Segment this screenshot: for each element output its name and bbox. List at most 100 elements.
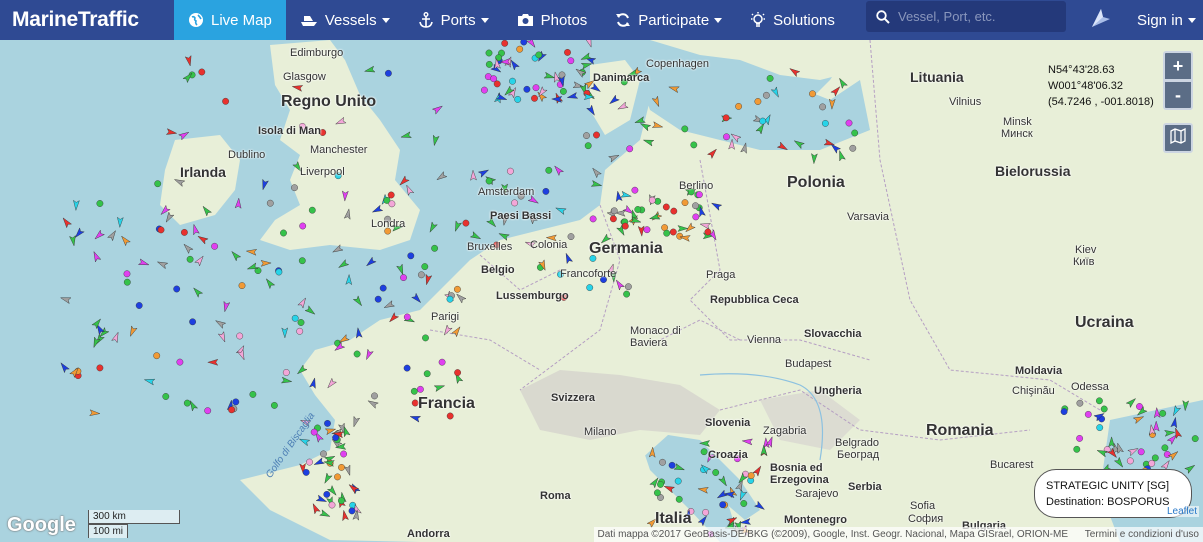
vessel-marker[interactable] xyxy=(266,199,274,207)
vessel-marker[interactable] xyxy=(637,225,645,237)
vessel-marker[interactable] xyxy=(1084,410,1092,418)
vessel-marker[interactable] xyxy=(770,86,781,99)
vessel-marker[interactable] xyxy=(309,377,318,389)
vessel-marker[interactable] xyxy=(828,98,836,110)
vessel-marker[interactable] xyxy=(608,94,620,106)
vessel-marker[interactable] xyxy=(495,93,508,103)
vessel-marker[interactable] xyxy=(845,119,853,127)
vessel-marker[interactable] xyxy=(178,130,191,141)
vessel-marker[interactable] xyxy=(740,500,748,507)
vessel-marker[interactable] xyxy=(1159,409,1167,417)
vessel-marker[interactable] xyxy=(176,358,184,366)
vessel-marker[interactable] xyxy=(1096,397,1103,405)
vessel-marker[interactable] xyxy=(752,464,763,477)
vessel-marker[interactable] xyxy=(410,387,418,395)
vessel-marker[interactable] xyxy=(621,222,629,230)
vessel-marker[interactable] xyxy=(433,383,446,393)
vessel-marker[interactable] xyxy=(184,55,193,67)
terms-link[interactable]: Termini e condizioni d'uso xyxy=(1085,529,1199,540)
vessel-marker[interactable] xyxy=(214,318,227,329)
vessel-marker[interactable] xyxy=(754,98,762,105)
vessel-marker[interactable] xyxy=(341,190,349,202)
vessel-marker[interactable] xyxy=(96,200,104,207)
vessel-marker[interactable] xyxy=(662,203,670,211)
vessel-marker[interactable] xyxy=(453,220,463,232)
vessel-marker[interactable] xyxy=(1132,414,1145,424)
vessel-marker[interactable] xyxy=(485,60,493,68)
vessel-marker[interactable] xyxy=(232,398,240,406)
vessel-marker[interactable] xyxy=(654,489,661,497)
vessel-marker[interactable] xyxy=(337,497,345,505)
vessel-marker[interactable] xyxy=(514,96,522,103)
vessel-marker[interactable] xyxy=(396,263,406,276)
vessel-marker[interactable] xyxy=(763,91,770,99)
vessel-marker[interactable] xyxy=(625,283,632,291)
vessel-marker[interactable] xyxy=(584,142,592,150)
vessel-marker[interactable] xyxy=(1127,446,1140,457)
vessel-marker[interactable] xyxy=(759,117,767,125)
vessel-marker[interactable] xyxy=(308,206,316,214)
vessel-marker[interactable] xyxy=(191,286,204,298)
vessel-marker[interactable] xyxy=(589,82,603,94)
vessel-marker[interactable] xyxy=(137,258,150,268)
vessel-marker[interactable] xyxy=(1100,405,1108,413)
vessel-marker[interactable] xyxy=(608,153,621,163)
vessel-marker[interactable] xyxy=(626,145,634,153)
vessel-marker[interactable] xyxy=(1060,408,1068,415)
sign-in-button[interactable]: Sign in xyxy=(1137,0,1196,40)
vessel-marker[interactable] xyxy=(563,252,574,265)
vessel-marker[interactable] xyxy=(526,40,538,49)
vessel-marker[interactable] xyxy=(313,457,326,468)
vessel-marker[interactable] xyxy=(741,438,754,446)
vessel-marker[interactable] xyxy=(623,290,630,298)
vessel-marker[interactable] xyxy=(222,97,230,105)
vessel-marker[interactable] xyxy=(165,128,178,137)
vessel-marker[interactable] xyxy=(89,409,101,417)
vessel-marker[interactable] xyxy=(668,84,680,94)
vessel-marker[interactable] xyxy=(584,40,594,48)
vessel-marker[interactable] xyxy=(191,223,200,236)
vessel-marker[interactable] xyxy=(1096,424,1104,431)
vessel-marker[interactable] xyxy=(335,116,347,126)
vessel-marker[interactable] xyxy=(728,138,736,150)
vessel-marker[interactable] xyxy=(111,331,121,344)
vessel-marker[interactable] xyxy=(154,180,162,188)
vessel-marker[interactable] xyxy=(407,252,415,260)
search-input[interactable] xyxy=(896,8,1060,25)
vessel-marker[interactable] xyxy=(365,256,377,268)
vessel-marker[interactable] xyxy=(719,501,727,509)
vessel-marker[interactable] xyxy=(1191,435,1199,442)
vessel-marker[interactable] xyxy=(740,142,749,154)
vessel-marker[interactable] xyxy=(631,186,639,194)
vessel-marker[interactable] xyxy=(552,164,565,177)
vessel-marker[interactable] xyxy=(610,215,617,223)
vessel-marker[interactable] xyxy=(1108,436,1115,448)
vessel-marker[interactable] xyxy=(480,86,488,94)
vessel-marker[interactable] xyxy=(249,390,257,398)
vessel-marker[interactable] xyxy=(788,66,801,78)
vessel-marker[interactable] xyxy=(186,255,194,263)
vessel-marker[interactable] xyxy=(59,295,72,305)
vessel-marker[interactable] xyxy=(739,518,752,526)
vessel-marker[interactable] xyxy=(201,204,213,217)
vessel-marker[interactable] xyxy=(716,489,728,500)
vessel-marker[interactable] xyxy=(643,226,651,234)
vessel-marker[interactable] xyxy=(234,197,242,209)
vessel-marker[interactable] xyxy=(710,200,723,211)
vessel-marker[interactable] xyxy=(1113,456,1125,469)
vessel-marker[interactable] xyxy=(516,45,524,53)
vessel-marker[interactable] xyxy=(383,300,396,311)
vessel-marker[interactable] xyxy=(416,385,424,393)
vessel-marker[interactable] xyxy=(347,482,360,494)
vessel-marker[interactable] xyxy=(341,509,349,522)
vessel-marker[interactable] xyxy=(116,216,124,229)
vessel-marker[interactable] xyxy=(260,178,269,191)
vessel-marker[interactable] xyxy=(156,259,169,270)
vessel-marker[interactable] xyxy=(747,472,755,479)
vessel-marker[interactable] xyxy=(291,84,304,92)
vessel-marker[interactable] xyxy=(281,327,289,339)
vessel-marker[interactable] xyxy=(543,71,556,80)
vessel-marker[interactable] xyxy=(509,77,516,85)
vessel-marker[interactable] xyxy=(196,234,209,245)
vessel-marker[interactable] xyxy=(299,222,307,230)
